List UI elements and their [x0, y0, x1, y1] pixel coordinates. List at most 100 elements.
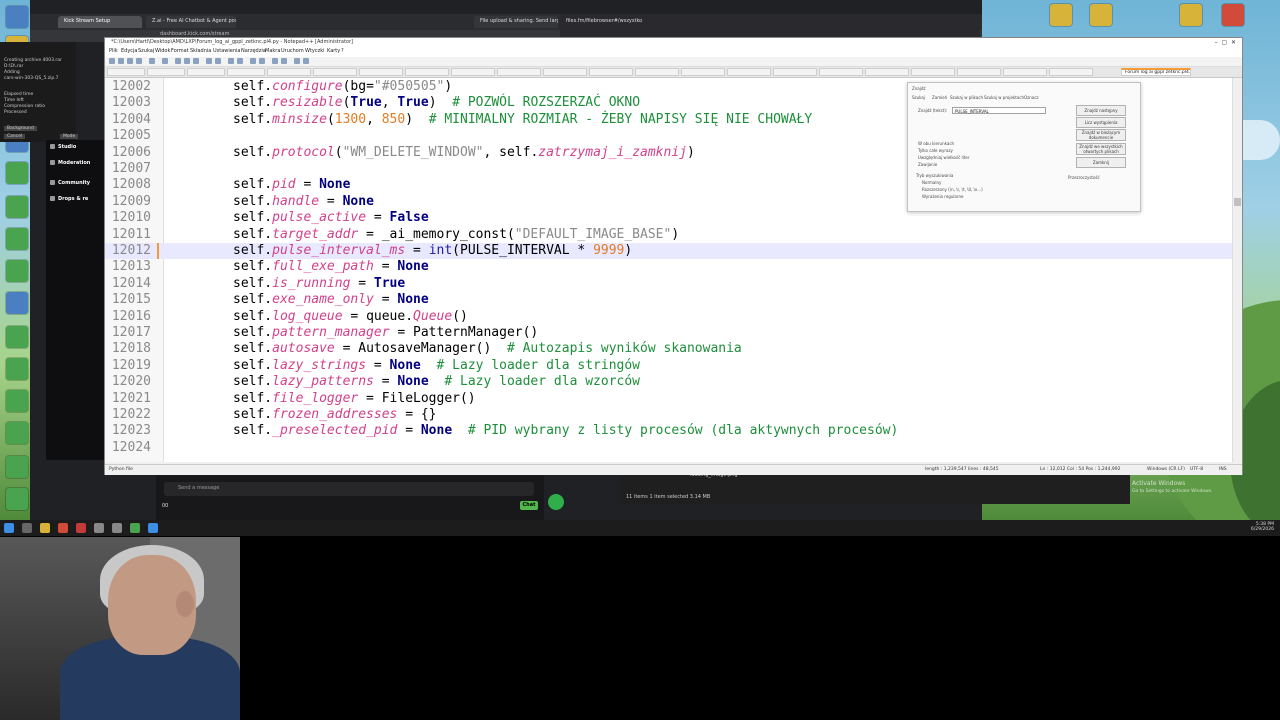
file-tab[interactable]	[957, 68, 1001, 76]
folder-icon[interactable]	[1090, 4, 1112, 26]
app-icon[interactable]	[148, 523, 158, 533]
gimp-icon[interactable]	[6, 162, 28, 184]
tab-find[interactable]: Szukaj	[912, 95, 925, 100]
mode-extended[interactable]: Rozszerzony (\n, \r, \t, \0, \x...)	[922, 187, 983, 192]
chat-input[interactable]: Send a message	[164, 482, 534, 496]
open-file-icon[interactable]	[118, 58, 124, 64]
file-tab[interactable]	[267, 68, 311, 76]
menu-window[interactable]: Karty	[327, 48, 340, 54]
nav-item-drops[interactable]: Drops & re	[50, 196, 88, 202]
file-tab[interactable]	[451, 68, 495, 76]
nav-item-community[interactable]: Community	[50, 180, 90, 186]
file-tab[interactable]	[911, 68, 955, 76]
menu-search[interactable]: Szukaj	[138, 48, 154, 54]
file-tab[interactable]	[865, 68, 909, 76]
tab-find-in-projects[interactable]: Szukaj w projektach	[984, 95, 1024, 100]
save-all-icon[interactable]	[136, 58, 142, 64]
print-icon[interactable]	[162, 58, 168, 64]
mode-button[interactable]: Mode	[60, 134, 79, 139]
macro-record-icon[interactable]	[294, 58, 300, 64]
code-line[interactable]: 12024	[105, 440, 1233, 456]
menu-macro[interactable]: Makra	[265, 48, 280, 54]
code-line[interactable]: 12013 self.full_exe_path = None	[105, 259, 1233, 275]
file-tab[interactable]	[147, 68, 185, 76]
find-all-open-button[interactable]: Znajdź we wszystkich otwartych plikach	[1076, 143, 1126, 155]
file-tab[interactable]	[313, 68, 357, 76]
file-tab[interactable]	[187, 68, 225, 76]
file-tab[interactable]	[405, 68, 449, 76]
code-line[interactable]: 12015 self.exe_name_only = None	[105, 292, 1233, 308]
app-icon[interactable]	[76, 523, 86, 533]
code-line[interactable]: 12010 self.pulse_active = False	[105, 210, 1233, 226]
indent-guide-icon[interactable]	[281, 58, 287, 64]
code-line[interactable]: 12022 self.frozen_addresses = {}	[105, 407, 1233, 423]
shortcut-icon[interactable]	[1222, 4, 1244, 26]
search-icon[interactable]	[22, 523, 32, 533]
macro-play-icon[interactable]	[303, 58, 309, 64]
undo-icon[interactable]	[206, 58, 212, 64]
system-clock[interactable]: 5:38 PM 6/29/2026	[1251, 522, 1274, 532]
file-icon[interactable]	[6, 456, 28, 478]
nav-item-studio[interactable]: Studio	[50, 144, 76, 150]
menu-settings[interactable]: Ustawienia	[213, 48, 240, 54]
transparency-label[interactable]: Przezroczystość	[1068, 175, 1100, 180]
browser-tab[interactable]: Kick Stream Setup	[58, 16, 142, 28]
file-tab[interactable]	[773, 68, 817, 76]
code-line[interactable]: 12020 self.lazy_patterns = None # Lazy lo…	[105, 374, 1233, 390]
save-icon[interactable]	[127, 58, 133, 64]
file-tab[interactable]	[359, 68, 403, 76]
copy-icon[interactable]	[184, 58, 190, 64]
code-line[interactable]: 12012 self.pulse_interval_ms = int(PULSE_…	[105, 243, 1233, 260]
explorer-icon[interactable]	[40, 523, 50, 533]
file-tab[interactable]	[543, 68, 587, 76]
file-tab[interactable]	[107, 68, 145, 76]
app-icon[interactable]	[94, 523, 104, 533]
option-wrap-both[interactable]: W obu kierunkach	[918, 141, 954, 146]
record-indicator-icon[interactable]	[548, 494, 564, 510]
code-line[interactable]: 12018 self.autosave = AutosaveManager() #…	[105, 341, 1233, 357]
redo-icon[interactable]	[215, 58, 221, 64]
menu-format[interactable]: Format	[171, 48, 189, 54]
app-icon[interactable]	[112, 523, 122, 533]
notepad-icon[interactable]	[130, 523, 140, 533]
this-pc-icon[interactable]	[6, 6, 28, 28]
option-wrap-around[interactable]: Zawijanie	[918, 162, 937, 167]
active-file-tab[interactable]: Forum log ai gppl zetknc.pl4.py	[1121, 68, 1191, 76]
file-icon[interactable]	[6, 358, 28, 380]
chat-send-button[interactable]: Chat	[520, 501, 538, 510]
paste-icon[interactable]	[193, 58, 199, 64]
code-line[interactable]: 12017 self.pattern_manager = PatternManag…	[105, 325, 1233, 341]
cut-icon[interactable]	[175, 58, 181, 64]
menu-file[interactable]: Plik	[109, 48, 118, 54]
tab-replace[interactable]: Zamień	[932, 95, 947, 100]
find-all-current-button[interactable]: Znajdź w bieżącym dokumencie	[1076, 129, 1126, 141]
find-input[interactable]: PULSE_INTERVAL	[952, 107, 1046, 114]
code-line[interactable]: 12016 self.log_queue = queue.Queue()	[105, 309, 1233, 325]
option-whole-word[interactable]: Tylko całe wyrazy	[918, 148, 953, 153]
folder-icon[interactable]	[1180, 4, 1202, 26]
tab-find-in-files[interactable]: Szukaj w plikach	[950, 95, 983, 100]
folder-icon[interactable]	[1050, 4, 1072, 26]
menu-view[interactable]: Widok	[155, 48, 170, 54]
menu-run[interactable]: Uruchom	[281, 48, 304, 54]
file-tab[interactable]	[727, 68, 771, 76]
option-match-case[interactable]: Uwzględniaj wielkość liter	[918, 155, 969, 160]
menu-language[interactable]: Składnia	[190, 48, 211, 54]
file-tab[interactable]	[681, 68, 725, 76]
zoom-in-icon[interactable]	[250, 58, 256, 64]
scrollbar-thumb[interactable]	[1234, 198, 1241, 206]
file-tab[interactable]	[635, 68, 679, 76]
brave-icon[interactable]	[58, 523, 68, 533]
shortcut-icon[interactable]	[6, 292, 28, 314]
mode-regex[interactable]: Wyrażenia regularne	[922, 194, 964, 199]
menu-plugins[interactable]: Wtyczki	[305, 48, 325, 54]
close-button[interactable]: Zamknij	[1076, 157, 1126, 168]
code-line[interactable]: 12021 self.file_logger = FileLogger()	[105, 391, 1233, 407]
find-icon[interactable]	[228, 58, 234, 64]
file-tab[interactable]	[497, 68, 541, 76]
file-icon[interactable]	[6, 390, 28, 412]
file-tab[interactable]	[227, 68, 265, 76]
tab-mark[interactable]: Oznacz	[1024, 95, 1039, 100]
file-icon[interactable]	[6, 228, 28, 250]
menu-tools[interactable]: Narzędzia	[241, 48, 266, 54]
